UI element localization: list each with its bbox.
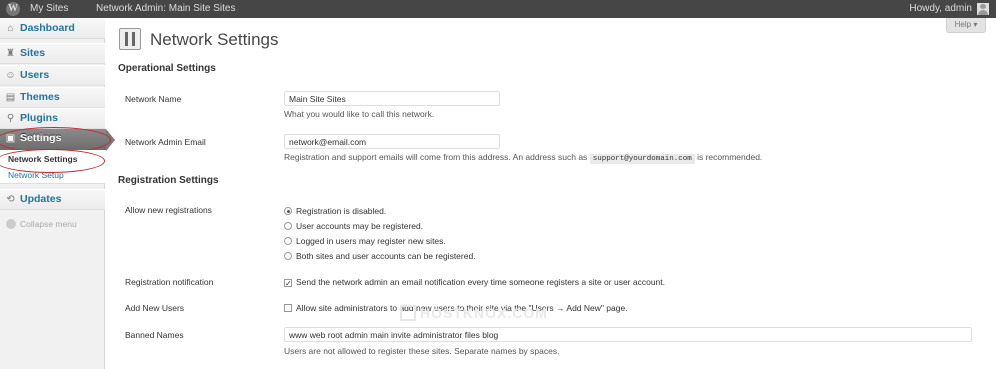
submenu-network-setup[interactable]: Network Setup — [8, 170, 64, 180]
my-sites-link[interactable]: My Sites — [30, 3, 68, 14]
help-button[interactable]: Help ▾ — [946, 18, 986, 33]
menu-label: Users — [20, 69, 50, 81]
menu-label: Updates — [20, 193, 62, 205]
settings-submenu: Network Settings Network Setup — [0, 150, 105, 184]
desc-text: Registration and support emails will com… — [284, 152, 588, 162]
option-label: Registration is disabled. — [296, 206, 387, 216]
allow-registrations-label: Allow new registrations — [125, 205, 212, 215]
menu-item-themes[interactable]: ▤ Themes — [0, 87, 105, 108]
network-name-description: What you would like to call this network… — [284, 109, 435, 119]
option-label: Logged in users may register new sites. — [296, 236, 446, 246]
radio-button[interactable] — [284, 252, 292, 260]
settings-page-icon — [119, 28, 141, 50]
menu-label: Themes — [20, 91, 60, 103]
menu-label: Plugins — [20, 112, 58, 124]
add-users-checkbox[interactable] — [284, 304, 292, 312]
admin-sidebar: ⌂ Dashboard ♜ Sites ☺ Users ▤ Themes ⚲ P… — [0, 18, 115, 369]
add-new-users-label: Add New Users — [125, 303, 185, 313]
radio-button[interactable] — [284, 237, 292, 245]
radio-button[interactable] — [284, 222, 292, 230]
watermark-text: HOSTKNOX.COM — [420, 305, 548, 321]
submenu-network-settings[interactable]: Network Settings — [8, 154, 77, 164]
section-title-operational: Operational Settings — [118, 63, 216, 74]
admin-bar: W My Sites Network Admin: Main Site Site… — [0, 0, 996, 18]
admin-email-description: Registration and support emails will com… — [284, 152, 763, 164]
collapse-label: Collapse menu — [20, 219, 77, 229]
banned-names-description: Users are not allowed to register these … — [284, 346, 560, 356]
main-content: Help ▾ Network Settings Operational Sett… — [106, 18, 996, 369]
banned-names-label: Banned Names — [125, 330, 184, 340]
menu-item-dashboard[interactable]: ⌂ Dashboard — [0, 18, 105, 39]
updates-icon: ⟲ — [6, 194, 15, 205]
desc-text: is recommended. — [697, 152, 763, 162]
howdy-user-link[interactable]: Howdy, admin — [909, 3, 972, 14]
network-name-input[interactable]: Main Site Sites — [284, 91, 500, 106]
radio-user-accounts[interactable]: User accounts may be registered. — [284, 221, 423, 231]
section-title-registration: Registration Settings — [118, 175, 219, 186]
themes-icon: ▤ — [5, 92, 16, 103]
menu-item-plugins[interactable]: ⚲ Plugins — [0, 108, 105, 129]
collapse-menu-button[interactable]: Collapse menu — [6, 219, 77, 229]
registration-notification-label: Registration notification — [125, 277, 214, 287]
page-title: Network Settings — [150, 30, 279, 49]
notification-checkbox[interactable]: ✓ — [284, 279, 292, 288]
avatar-icon[interactable] — [977, 3, 989, 15]
notification-checkbox-row[interactable]: ✓ Send the network admin an email notific… — [284, 277, 665, 288]
example-email-code: support@yourdomain.com — [589, 154, 695, 164]
menu-label: Settings — [20, 132, 62, 144]
radio-button[interactable] — [284, 207, 292, 215]
admin-email-input[interactable]: network@email.com — [284, 134, 500, 149]
dashboard-icon: ⌂ — [7, 23, 14, 34]
option-label: User accounts may be registered. — [296, 221, 424, 231]
checkbox-label: Send the network admin an email notifica… — [296, 277, 665, 287]
menu-item-updates[interactable]: ⟲ Updates — [0, 189, 105, 210]
admin-email-label: Network Admin Email — [125, 137, 206, 147]
settings-icon: ▣ — [5, 133, 16, 144]
plugins-icon: ⚲ — [6, 113, 15, 124]
option-label: Both sites and user accounts can be regi… — [296, 251, 476, 261]
menu-label: Dashboard — [20, 22, 75, 34]
menu-item-users[interactable]: ☺ Users — [0, 65, 105, 86]
radio-logged-in-sites[interactable]: Logged in users may register new sites. — [284, 236, 446, 246]
menu-label: Sites — [20, 47, 46, 59]
collapse-icon — [6, 219, 16, 229]
radio-both[interactable]: Both sites and user accounts can be regi… — [284, 251, 476, 261]
users-icon: ☺ — [5, 70, 16, 81]
network-admin-link[interactable]: Network Admin: Main Site Sites — [96, 3, 236, 14]
banned-names-input[interactable]: www web root admin main invite administr… — [284, 327, 972, 342]
menu-item-sites[interactable]: ♜ Sites — [0, 43, 105, 64]
radio-registration-disabled[interactable]: Registration is disabled. — [284, 206, 386, 216]
sites-icon: ♜ — [6, 48, 15, 59]
network-name-label: Network Name — [125, 94, 182, 104]
watermark-logo: HOSTKNOX.COM — [400, 305, 548, 321]
menu-item-settings[interactable]: ▣ Settings — [0, 129, 115, 151]
wordpress-logo-icon[interactable]: W — [6, 2, 20, 16]
